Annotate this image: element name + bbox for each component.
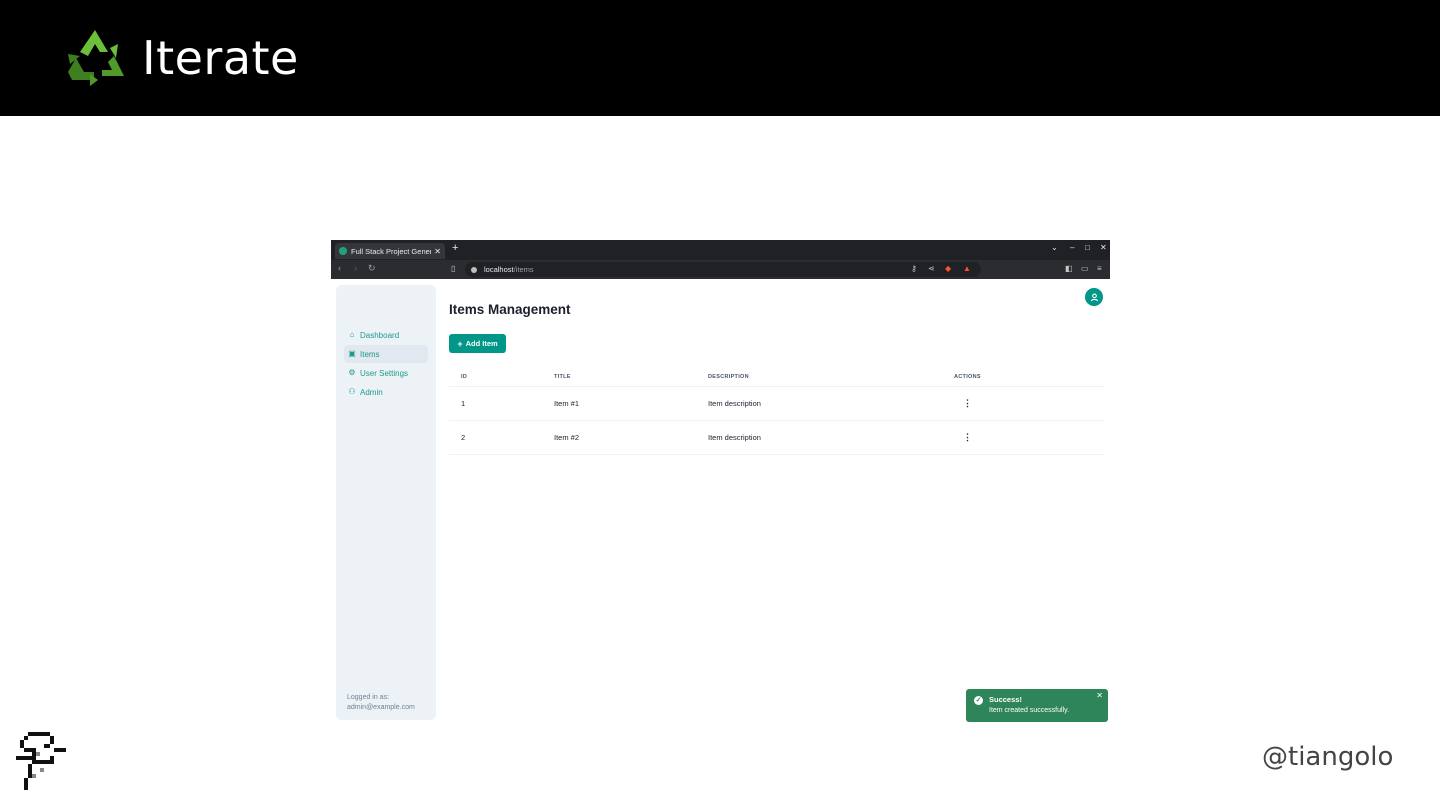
- sidebar: ⌂ Dashboard ▣ Items ⚙ User Settings ⚇ Ad…: [336, 285, 436, 720]
- toast-message: Item created successfully.: [989, 707, 1070, 714]
- sidebar-item-admin[interactable]: ⚇ Admin: [344, 383, 428, 401]
- url-host: localhost: [484, 265, 514, 274]
- logged-in-email: admin@example.com: [347, 704, 415, 711]
- favicon-icon: [339, 247, 347, 255]
- header-description: DESCRIPTION: [708, 373, 749, 380]
- key-icon[interactable]: ⚷: [911, 264, 917, 273]
- recycle-icon: [68, 30, 124, 86]
- cell-description: Item description: [708, 399, 761, 408]
- actions-menu-icon[interactable]: ⋮: [963, 421, 972, 454]
- back-icon[interactable]: ‹: [338, 263, 341, 273]
- plus-icon: +: [457, 338, 463, 349]
- check-circle-icon: ✓: [974, 696, 983, 705]
- header-id: ID: [461, 373, 468, 380]
- sidebar-item-label: Admin: [360, 387, 383, 397]
- bookmark-icon[interactable]: ▯: [451, 264, 455, 273]
- success-toast: ✓ Success! Item created successfully. ✕: [966, 689, 1108, 722]
- toast-title: Success!: [989, 695, 1022, 704]
- url-path: /items: [513, 265, 534, 274]
- users-icon: ⚇: [348, 387, 356, 396]
- brave-shield-icon[interactable]: ◆: [945, 264, 951, 273]
- wallet-icon[interactable]: ▭: [1081, 264, 1089, 273]
- page-title: Items Management: [449, 302, 571, 317]
- header-actions: ACTIONS: [954, 373, 981, 380]
- user-icon: [1090, 293, 1098, 301]
- tab-list-icon[interactable]: ⌄: [1051, 243, 1058, 252]
- close-toast-icon[interactable]: ✕: [1096, 691, 1103, 700]
- sidebar-item-items[interactable]: ▣ Items: [344, 345, 428, 363]
- sidebar-item-label: User Settings: [360, 368, 409, 378]
- minimize-icon[interactable]: –: [1070, 243, 1074, 252]
- banner-title: Iterate: [142, 31, 299, 85]
- table-header: ID TITLE DESCRIPTION ACTIONS: [449, 367, 1105, 387]
- logged-in-label: Logged in as:: [347, 694, 390, 701]
- share-icon[interactable]: ⋖: [928, 264, 935, 273]
- settings-icon: ⚙: [348, 368, 356, 377]
- cell-title: Item #2: [554, 433, 580, 442]
- cell-description: Item description: [708, 433, 761, 442]
- close-window-icon[interactable]: ✕: [1100, 243, 1107, 252]
- cell-title: Item #1: [554, 399, 580, 408]
- add-item-label: Add Item: [465, 339, 498, 348]
- table-row: 2 Item #2 Item description ⋮: [449, 421, 1105, 455]
- browser-tab[interactable]: Full Stack Project Genera ✕: [335, 243, 445, 259]
- cell-id: 1: [461, 399, 466, 408]
- sidebar-item-label: Dashboard: [360, 330, 400, 340]
- close-tab-icon[interactable]: ✕: [434, 247, 441, 256]
- forward-icon[interactable]: ›: [354, 263, 357, 273]
- add-item-button[interactable]: + Add Item: [449, 334, 506, 353]
- reload-icon[interactable]: ↻: [368, 263, 376, 274]
- menu-icon[interactable]: ≡: [1097, 264, 1102, 273]
- briefcase-icon: ▣: [348, 349, 356, 358]
- author-handle: @tiangolo: [1262, 742, 1394, 772]
- site-info-icon[interactable]: [471, 266, 477, 273]
- logged-in-info: Logged in as: admin@example.com: [347, 693, 415, 713]
- cell-id: 2: [461, 433, 466, 442]
- app-page: ⌂ Dashboard ▣ Items ⚙ User Settings ⚇ Ad…: [331, 279, 1110, 724]
- header-banner: Iterate: [0, 0, 1440, 116]
- sidebar-item-dashboard[interactable]: ⌂ Dashboard: [344, 326, 428, 344]
- rewards-icon[interactable]: ▲: [963, 264, 971, 273]
- maximize-icon[interactable]: □: [1085, 243, 1090, 252]
- tab-bar: Full Stack Project Genera ✕ + ⌄ – □ ✕: [331, 240, 1110, 260]
- pixel-art-logo-icon: [16, 732, 66, 790]
- actions-menu-icon[interactable]: ⋮: [963, 387, 972, 420]
- table-row: 1 Item #1 Item description ⋮: [449, 387, 1105, 421]
- address-bar[interactable]: localhost /items: [465, 262, 981, 277]
- header-title: TITLE: [554, 373, 571, 380]
- browser-toolbar: ‹ › ↻ ▯ localhost /items ⚷ ⋖ ◆ ▲ ◧ ▭ ≡: [331, 260, 1110, 279]
- home-icon: ⌂: [349, 330, 355, 339]
- browser-window: Full Stack Project Genera ✕ + ⌄ – □ ✕ ‹ …: [331, 240, 1110, 724]
- new-tab-button[interactable]: +: [452, 242, 458, 254]
- tab-title: Full Stack Project Genera: [351, 246, 432, 256]
- sidebar-toggle-icon[interactable]: ◧: [1065, 264, 1073, 273]
- sidebar-item-user-settings[interactable]: ⚙ User Settings: [344, 364, 428, 382]
- items-table: ID TITLE DESCRIPTION ACTIONS 1 Item #1 I…: [449, 367, 1105, 455]
- sidebar-item-label: Items: [360, 349, 380, 359]
- user-menu-button[interactable]: [1085, 288, 1103, 306]
